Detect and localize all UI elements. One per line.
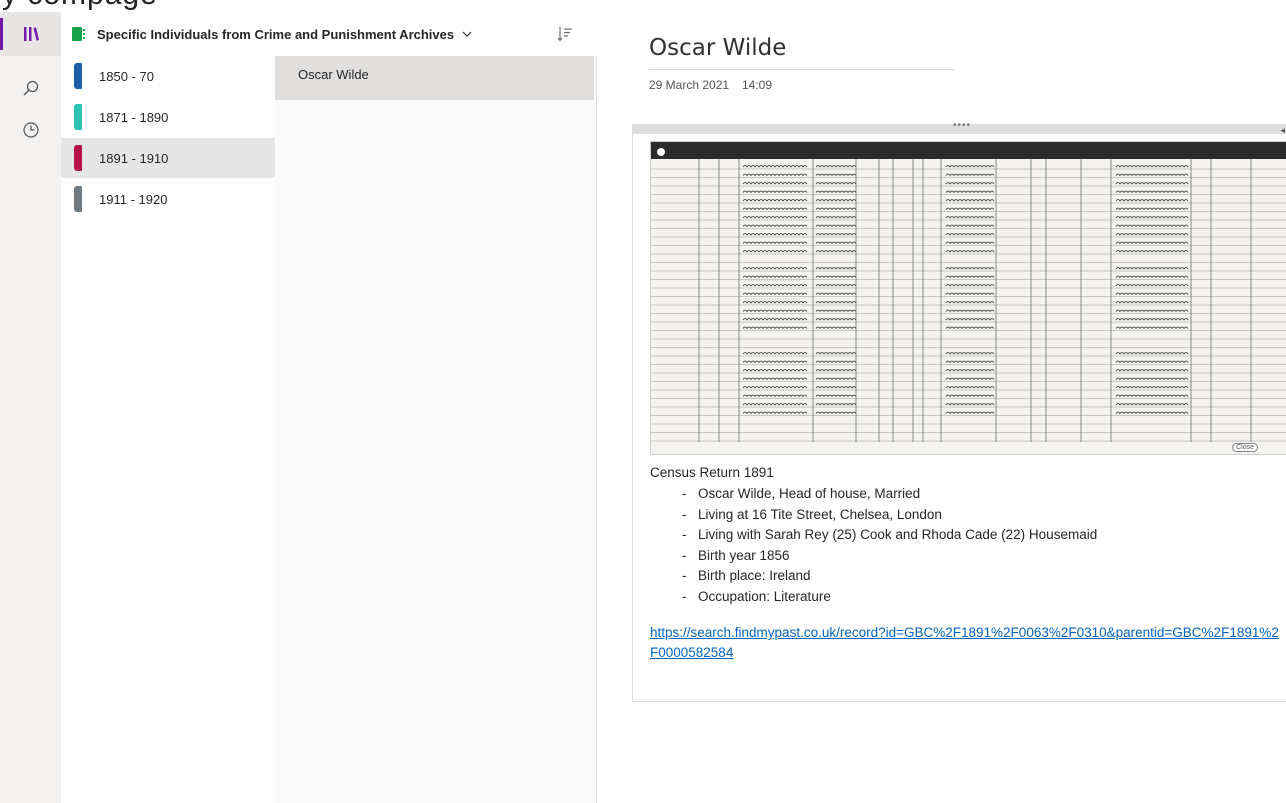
list-item: Birth place: Ireland bbox=[682, 568, 1097, 589]
page-item-label: Oscar Wilde bbox=[298, 67, 369, 82]
section-tab-icon bbox=[74, 186, 82, 212]
recent-notes-button[interactable] bbox=[0, 108, 61, 152]
note-container[interactable]: •••• ◂ Close Census Return 1891 Oscar Wi… bbox=[632, 120, 1286, 702]
search-icon bbox=[23, 80, 38, 96]
census-image[interactable]: Close bbox=[650, 141, 1286, 455]
fact-list: Oscar Wilde, Head of house, Married Livi… bbox=[682, 486, 1097, 609]
section-tab-icon bbox=[74, 63, 82, 89]
list-item: Living with Sarah Rey (25) Cook and Rhod… bbox=[682, 527, 1097, 548]
section-item[interactable]: 1850 - 70 bbox=[61, 56, 275, 96]
notebook-picker[interactable]: Specific Individuals from Crime and Puni… bbox=[61, 12, 596, 56]
notebooks-button[interactable] bbox=[0, 12, 61, 56]
section-tab-icon bbox=[74, 104, 82, 130]
section-item[interactable]: 1911 - 1920 bbox=[61, 179, 275, 219]
drag-dots-icon: •••• bbox=[953, 120, 972, 131]
search-button[interactable] bbox=[0, 66, 61, 110]
list-item: Living at 16 Tite Street, Chelsea, Londo… bbox=[682, 507, 1097, 528]
notebook-icon bbox=[72, 27, 85, 41]
window-title-fragment: y compage bbox=[2, 0, 158, 12]
window-title-strip: y compage bbox=[0, 0, 1286, 12]
census-scan-drawing bbox=[651, 148, 1286, 454]
list-item: Birth year 1856 bbox=[682, 548, 1097, 569]
record-link[interactable]: https://search.findmypast.co.uk/record?i… bbox=[650, 623, 1280, 663]
section-label: 1911 - 1920 bbox=[99, 191, 168, 207]
page-title[interactable]: Oscar Wilde bbox=[649, 35, 786, 61]
section-item[interactable]: 1871 - 1890 bbox=[61, 97, 275, 137]
notebook-title: Specific Individuals from Crime and Puni… bbox=[97, 26, 455, 42]
recent-icon bbox=[22, 122, 39, 138]
list-item: Occupation: Literature bbox=[682, 589, 1097, 610]
page-date: 29 March 2021 bbox=[649, 78, 730, 92]
title-divider bbox=[649, 69, 954, 70]
nav-rail bbox=[0, 12, 62, 803]
chevron-down-icon bbox=[462, 31, 472, 37]
collapse-arrow-icon[interactable]: ◂ bbox=[1280, 125, 1285, 136]
section-tab-icon bbox=[74, 145, 82, 171]
image-close-button[interactable]: Close bbox=[1232, 443, 1258, 452]
section-label: 1871 - 1890 bbox=[99, 109, 169, 125]
page-list: Oscar Wilde bbox=[275, 56, 597, 803]
note-drag-handle[interactable]: •••• bbox=[633, 120, 1286, 134]
notebooks-icon bbox=[23, 27, 39, 41]
section-list: 1850 - 70 1871 - 1890 1891 - 1910 1911 -… bbox=[61, 56, 275, 803]
page-item-selected[interactable]: Oscar Wilde bbox=[275, 56, 594, 100]
section-item-selected[interactable]: 1891 - 1910 bbox=[61, 138, 275, 178]
sort-icon[interactable] bbox=[557, 26, 573, 42]
page-time: 14:09 bbox=[742, 78, 773, 92]
section-label: 1891 - 1910 bbox=[99, 150, 169, 166]
page-canvas[interactable]: Oscar Wilde 29 March 2021 14:09 •••• ◂ C… bbox=[597, 12, 1286, 803]
section-label: 1850 - 70 bbox=[99, 68, 154, 84]
note-heading: Census Return 1891 bbox=[650, 465, 774, 480]
list-item: Oscar Wilde, Head of house, Married bbox=[682, 486, 1097, 507]
